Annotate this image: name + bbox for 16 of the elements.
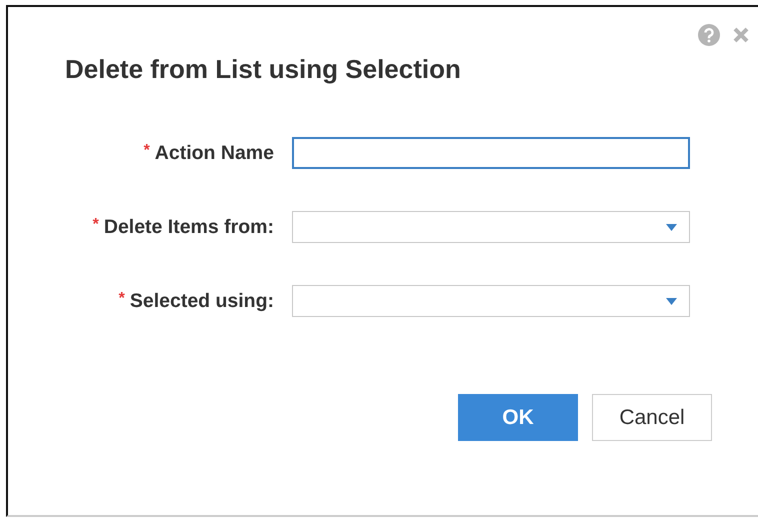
- required-mark: *: [118, 290, 125, 306]
- cancel-button[interactable]: Cancel: [592, 394, 712, 441]
- dialog-title: Delete from List using Selection: [65, 54, 462, 85]
- field-label: Selected using:: [130, 290, 274, 312]
- field-label: Action Name: [154, 142, 274, 164]
- field-label: Delete Items from:: [104, 216, 274, 238]
- ok-button[interactable]: OK: [458, 394, 578, 441]
- required-mark: *: [144, 142, 150, 158]
- required-mark: *: [92, 216, 99, 232]
- input-field[interactable]: [292, 137, 690, 169]
- caret-icon: [666, 224, 677, 230]
- dropdown-field[interactable]: [292, 211, 690, 243]
- caret-icon: [666, 298, 677, 304]
- dropdown-field[interactable]: [292, 285, 690, 317]
- close-icon[interactable]: [732, 26, 750, 44]
- help-icon[interactable]: [698, 24, 720, 46]
